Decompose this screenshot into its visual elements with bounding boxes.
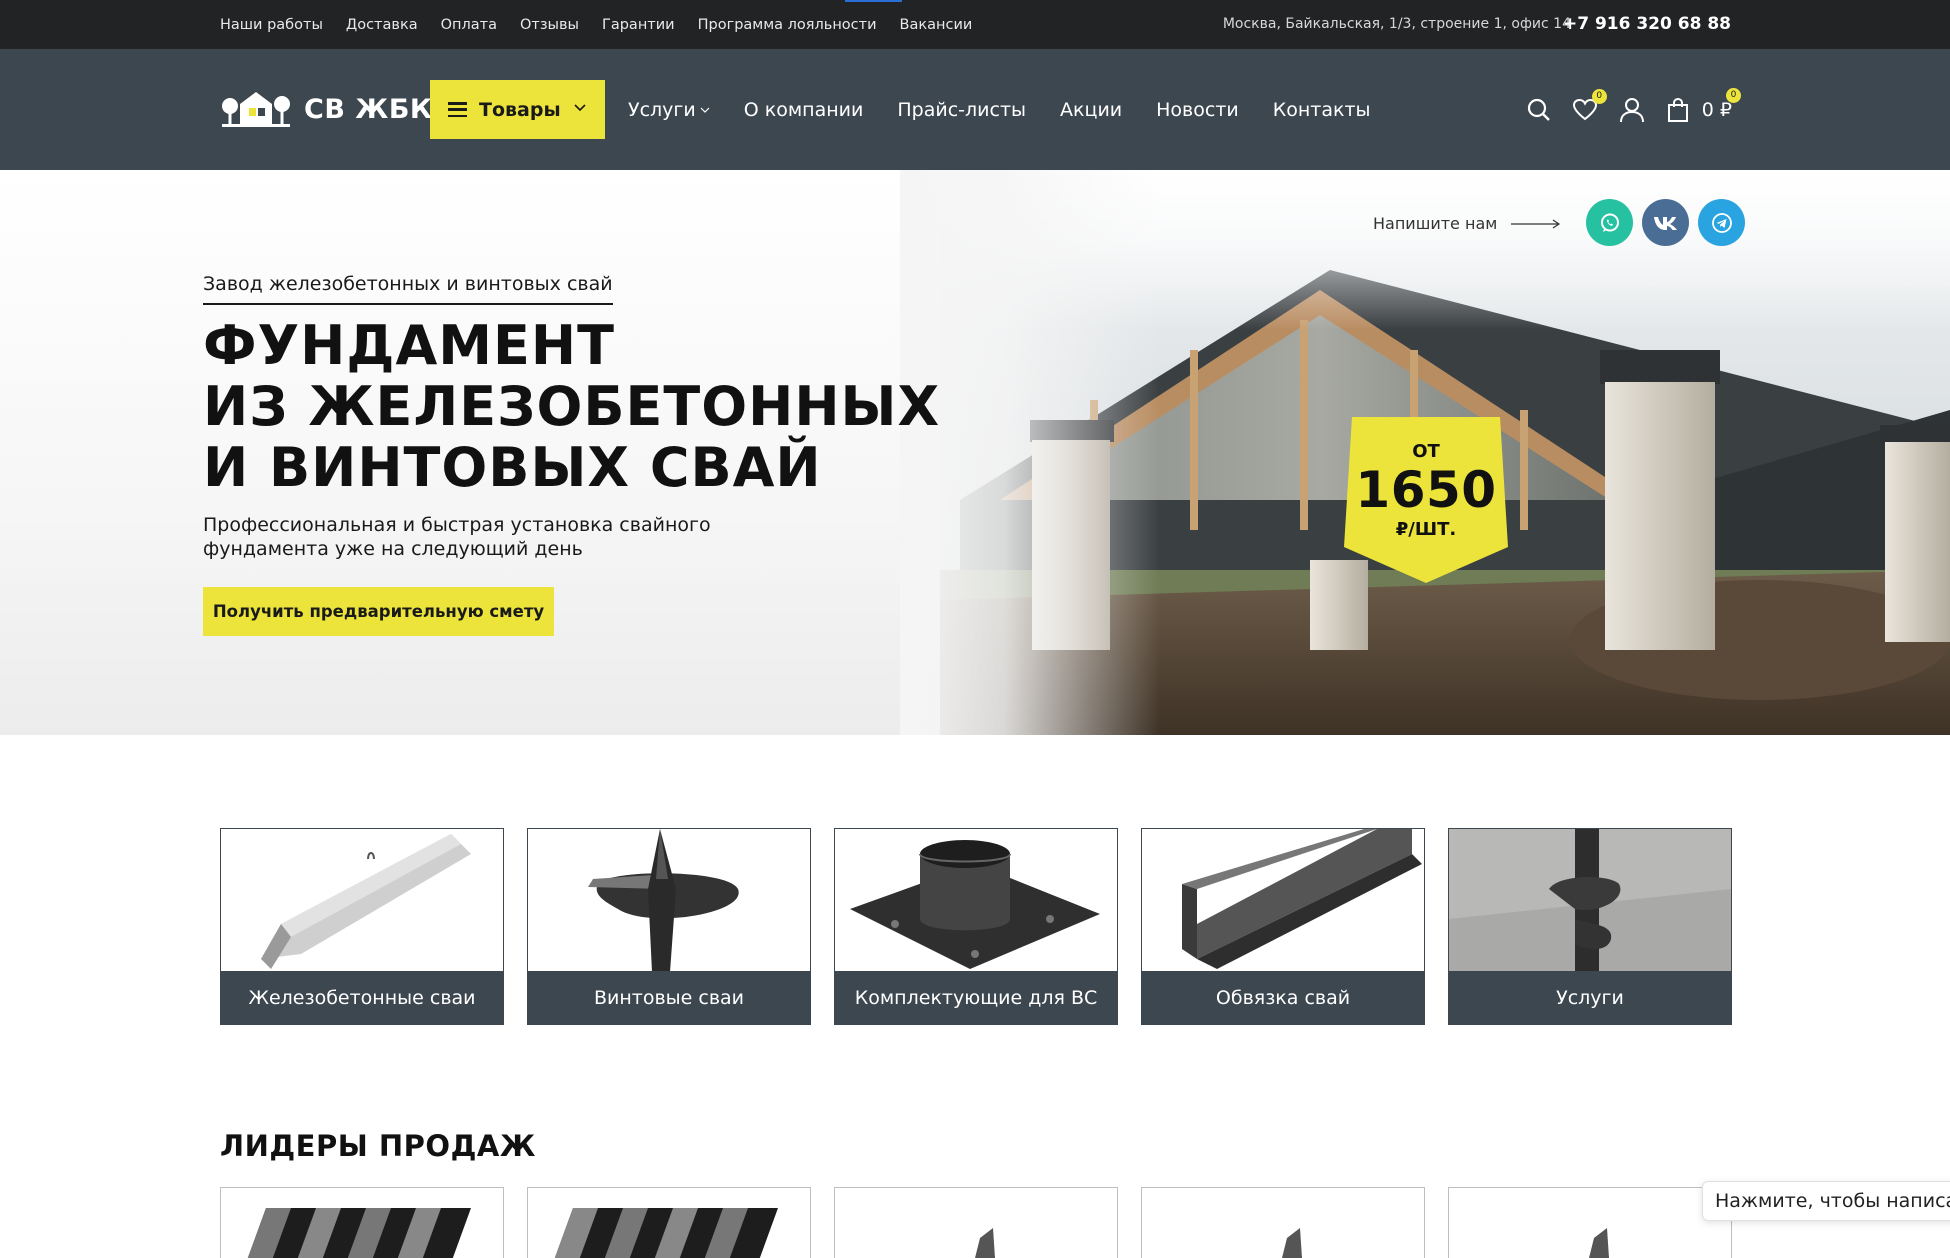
chevron-down-icon <box>700 107 710 113</box>
top-link-vacancies[interactable]: Вакансии <box>900 17 973 33</box>
whatsapp-button[interactable] <box>1586 199 1633 246</box>
price-value: 1650 <box>1355 461 1497 519</box>
nav-item-news[interactable]: Новости <box>1156 99 1239 121</box>
channel-beam-image <box>1142 829 1424 972</box>
category-grid: Железобетонные сваи Винтовые сваи Компле… <box>220 828 1732 1025</box>
category-card-accessories[interactable]: Комплектующие для ВС <box>834 828 1118 1025</box>
user-icon <box>1619 97 1644 122</box>
cart-count-badge: 0 <box>1726 87 1741 103</box>
search-button[interactable] <box>1526 97 1552 123</box>
nav-item-services[interactable]: Услуги <box>628 99 710 121</box>
hero-title-line: ФУНДАМЕНТ <box>203 314 615 377</box>
product-card[interactable] <box>220 1187 504 1258</box>
category-card-services[interactable]: Услуги <box>1448 828 1732 1025</box>
nav-item-promotions[interactable]: Акции <box>1060 99 1122 121</box>
nav-item-price-lists[interactable]: Прайс-листы <box>897 99 1026 121</box>
top-link-loyalty[interactable]: Программа лояльности <box>698 17 877 33</box>
product-card[interactable] <box>527 1187 811 1258</box>
main-header: СВ ЖБК Товары Услуги О компании Прайс-ли… <box>0 49 1950 170</box>
search-icon <box>1527 98 1550 121</box>
pile-tip-image <box>1589 1228 1609 1258</box>
category-label: Обвязка свай <box>1142 971 1424 1024</box>
pile-tip-image <box>1282 1228 1302 1258</box>
price-unit: ₽/ШТ. <box>1395 519 1457 540</box>
hero-subtitle: Завод железобетонных и винтовых свай <box>203 273 613 305</box>
concrete-pile-image <box>221 829 503 972</box>
hero-lead: Профессиональная и быстрая установка сва… <box>203 514 711 560</box>
nav-item-contacts[interactable]: Контакты <box>1273 99 1371 121</box>
nav-item-services-label: Услуги <box>628 98 696 121</box>
top-bar: Наши работы Доставка Оплата Отзывы Гаран… <box>0 0 1950 49</box>
vk-icon <box>1653 216 1677 230</box>
category-card-concrete-piles[interactable]: Железобетонные сваи <box>220 828 504 1025</box>
category-label: Винтовые сваи <box>528 971 810 1024</box>
telegram-button[interactable] <box>1698 199 1745 246</box>
top-link-reviews[interactable]: Отзывы <box>520 17 579 33</box>
address: Москва, Байкальская, 1/3, строение 1, оф… <box>1222 16 1571 32</box>
pile-tip-image <box>975 1228 995 1258</box>
hero-title: ФУНДАМЕНТ ИЗ ЖЕЛЕЗОБЕТОННЫХ И ВИНТОВЫХ С… <box>203 315 940 498</box>
hero-banner: Завод железобетонных и винтовых свай ФУН… <box>0 170 1950 735</box>
category-label: Услуги <box>1449 971 1731 1024</box>
goods-menu-label: Товары <box>479 98 561 121</box>
whatsapp-icon <box>1600 213 1619 232</box>
category-label: Комплектующие для ВС <box>835 971 1117 1024</box>
top-link-delivery[interactable]: Доставка <box>346 17 418 33</box>
screw-in-ground-image <box>1449 829 1731 972</box>
write-us-label: Напишите нам <box>1373 214 1498 233</box>
shopping-bag-icon <box>1667 97 1688 122</box>
top-nav: Наши работы Доставка Оплата Отзывы Гаран… <box>220 0 972 49</box>
phone-link[interactable]: +7 916 320 68 88 <box>1563 0 1731 49</box>
logo-houses-icon <box>222 92 290 127</box>
price-from: ОТ <box>1412 441 1440 462</box>
product-card[interactable] <box>834 1187 1118 1258</box>
hero-title-line: ИЗ ЖЕЛЕЗОБЕТОННЫХ <box>203 375 941 438</box>
category-label: Железобетонные сваи <box>221 971 503 1024</box>
screw-pile-image <box>528 829 810 972</box>
logo-text: СВ ЖБК <box>304 93 433 125</box>
top-link-guarantees[interactable]: Гарантии <box>602 17 675 33</box>
price-badge: ОТ 1650 ₽/ШТ. <box>1344 417 1508 583</box>
product-card[interactable] <box>1141 1187 1425 1258</box>
vk-button[interactable] <box>1642 199 1689 246</box>
profile-pipes-image <box>247 1208 471 1258</box>
cart-button[interactable]: 0 0 ₽ <box>1666 87 1741 123</box>
wishlist-count-badge: 0 <box>1591 88 1607 104</box>
header-tools: 0 0 0 ₽ <box>1526 49 1741 170</box>
top-link-works[interactable]: Наши работы <box>220 17 323 33</box>
chat-popup[interactable]: Нажмите, чтобы написать <box>1702 1181 1950 1221</box>
category-card-strapping[interactable]: Обвязка свай <box>1141 828 1425 1025</box>
cart-total: 0 ₽ <box>1701 98 1732 121</box>
category-card-screw-piles[interactable]: Винтовые сваи <box>527 828 811 1025</box>
bestsellers-grid <box>220 1187 1732 1258</box>
wishlist-button[interactable]: 0 <box>1572 88 1607 122</box>
chevron-down-icon <box>574 104 586 112</box>
product-card[interactable] <box>1448 1187 1732 1258</box>
account-button[interactable] <box>1618 96 1646 124</box>
logo[interactable]: СВ ЖБК <box>220 86 433 132</box>
burger-icon <box>448 102 467 117</box>
get-estimate-button[interactable]: Получить предварительную смету <box>203 587 554 636</box>
main-nav: Услуги О компании Прайс-листы Акции Ново… <box>628 49 1371 170</box>
telegram-icon <box>1711 212 1732 233</box>
write-us: Напишите нам <box>1373 214 1561 233</box>
top-link-payment[interactable]: Оплата <box>441 17 497 33</box>
nav-item-about[interactable]: О компании <box>744 99 864 121</box>
profile-pipes-image <box>554 1208 778 1258</box>
arrow-right-icon <box>1511 219 1561 228</box>
pile-head-plate-image <box>835 829 1117 972</box>
bestsellers-title: ЛИДЕРЫ ПРОДАЖ <box>220 1129 536 1163</box>
goods-menu-button[interactable]: Товары <box>430 80 605 139</box>
hero-title-line: И ВИНТОВЫХ СВАЙ <box>203 436 822 499</box>
